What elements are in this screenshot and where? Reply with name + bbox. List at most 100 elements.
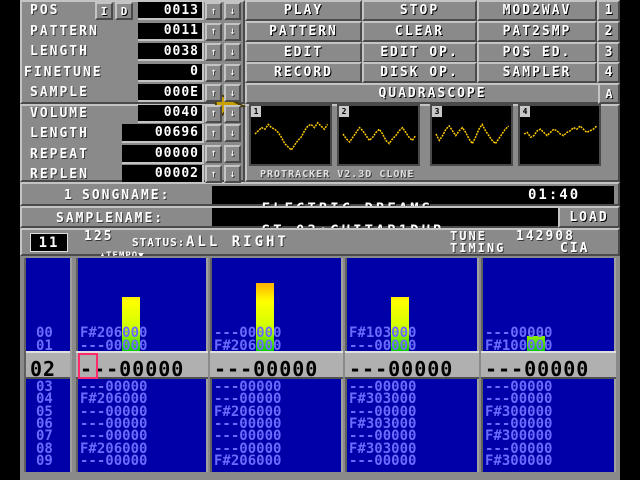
button-label: SAMPLER — [502, 65, 572, 81]
up-arrow-icon[interactable]: ↑ — [205, 84, 222, 102]
sample-param-label-repeat: REPEAT — [30, 146, 89, 162]
quadrascope-button[interactable]: QUADRASCOPE — [245, 83, 620, 104]
down-arrow-icon[interactable]: ↓ — [224, 104, 241, 123]
button-record[interactable]: RECORD — [245, 62, 362, 84]
down-arrow-icon[interactable]: ↓ — [224, 144, 241, 163]
status-value: ALL RIGHT — [186, 234, 289, 250]
pos-mode-button-d[interactable]: D — [115, 2, 133, 20]
button-label: CLEAR — [394, 23, 445, 39]
sample-param-value-length: 00696 — [122, 124, 204, 143]
load-button[interactable]: LOAD — [558, 206, 620, 228]
quadrascope-label: QUADRASCOPE — [378, 86, 487, 101]
scope-1[interactable]: 1 — [249, 104, 332, 166]
current-row[interactable]: ---00000 — [345, 351, 479, 381]
button-stop[interactable]: STOP — [362, 0, 477, 21]
button-label: 2 — [604, 23, 613, 39]
samplename-label: SAMPLENAME: — [56, 211, 165, 226]
down-arrow-icon[interactable]: ↓ — [224, 43, 241, 61]
button-label: RECORD — [274, 65, 333, 81]
sample-param-label-replen: REPLEN — [30, 167, 89, 182]
pattern-note[interactable]: ---00000 — [80, 454, 147, 468]
param-label-pos: POS — [30, 3, 60, 18]
button-1[interactable]: 1 — [597, 0, 620, 21]
waveform — [254, 121, 329, 152]
current-note[interactable]: ---00000 — [349, 357, 453, 381]
button-edit[interactable]: EDIT — [245, 41, 362, 63]
button-4[interactable]: 4 — [597, 62, 620, 84]
scope-4[interactable]: 4 — [518, 104, 601, 166]
pattern-note[interactable]: F#300000 — [485, 454, 552, 468]
up-arrow-icon[interactable]: ↑ — [205, 165, 222, 183]
button-edit-op[interactable]: EDIT OP. — [362, 41, 477, 63]
button-label: 4 — [604, 65, 613, 81]
pattern-note[interactable]: ---00000 — [349, 454, 416, 468]
songname-label: SONGNAME: — [82, 188, 171, 203]
button-play[interactable]: PLAY — [245, 0, 362, 21]
sample-param-value-repeat: 00000 — [122, 144, 204, 164]
tempo-value: 125 — [84, 229, 114, 244]
button-disk-op[interactable]: DISK OP. — [362, 62, 477, 84]
button-label: MOD2WAV — [502, 3, 572, 18]
down-arrow-icon[interactable]: ↓ — [224, 22, 241, 41]
button-sampler[interactable]: SAMPLER — [477, 62, 597, 84]
quadrascope-key-label: A — [605, 86, 613, 101]
param-value-volume: 0040 — [138, 104, 204, 123]
param-label-length: LENGTH — [30, 44, 89, 59]
up-arrow-icon[interactable]: ↑ — [205, 22, 222, 41]
up-arrow-icon[interactable]: ↑ — [205, 63, 222, 82]
waveform — [435, 122, 510, 146]
quadrascope-key[interactable]: A — [598, 83, 620, 104]
version-label: PROTRACKER V2.3D CLONE — [260, 169, 415, 180]
octave-field[interactable]: 11 — [30, 233, 68, 252]
param-label-pattern: PATTERN — [30, 23, 99, 39]
down-arrow-icon[interactable]: ↓ — [224, 63, 241, 82]
song-time: 01:40 — [528, 187, 581, 203]
edit-cursor — [78, 353, 98, 379]
button-mod2wav[interactable]: MOD2WAV — [477, 0, 597, 21]
param-value-pattern: 0011 — [138, 22, 204, 41]
button-label: PLAY — [283, 3, 324, 18]
button-pos-ed[interactable]: POS ED. — [477, 41, 597, 63]
down-arrow-icon[interactable]: ↓ — [224, 84, 241, 102]
current-note[interactable]: ---00000 — [214, 357, 318, 381]
current-row[interactable]: ---00000 — [210, 351, 343, 381]
song-number: 1 — [64, 188, 74, 203]
down-arrow-icon[interactable]: ↓ — [224, 2, 241, 20]
button-label: DISK OP. — [380, 65, 459, 81]
up-arrow-icon[interactable]: ↑ — [205, 43, 222, 61]
up-arrow-icon[interactable]: ↑ — [205, 104, 222, 123]
up-arrow-icon[interactable]: ↑ — [205, 2, 222, 20]
button-clear[interactable]: CLEAR — [362, 20, 477, 42]
current-row[interactable]: ---00000 — [481, 351, 616, 381]
param-value-finetune: 0 — [138, 63, 204, 82]
button-pat2smp[interactable]: PAT2SMP — [477, 20, 597, 42]
scope-2[interactable]: 2 — [337, 104, 420, 166]
timing-value: CIA — [560, 241, 590, 256]
button-label: 1 — [604, 3, 613, 18]
param-label-volume: VOLUME — [30, 105, 89, 121]
samplename-field[interactable]: ST-03:GUITAR1DUR______ — [212, 208, 558, 238]
scope-3[interactable]: 3 — [430, 104, 513, 166]
current-row-number: 02 — [26, 351, 70, 381]
down-arrow-icon[interactable]: ↓ — [224, 124, 241, 142]
load-label: LOAD — [569, 209, 609, 225]
up-arrow-icon[interactable]: ↑ — [205, 144, 222, 163]
pattern-note[interactable]: F#206000 — [214, 454, 281, 468]
waveform — [523, 124, 598, 139]
down-arrow-icon[interactable]: ↓ — [224, 165, 241, 183]
pos-mode-button-i[interactable]: I — [95, 2, 113, 20]
param-value-sample: 000E — [138, 84, 204, 102]
button-3[interactable]: 3 — [597, 41, 620, 63]
button-label: 3 — [604, 44, 613, 60]
current-note[interactable]: ---00000 — [485, 357, 589, 381]
button-pattern[interactable]: PATTERN — [245, 20, 362, 42]
status-label: STATUS: — [132, 236, 186, 249]
button-label: STOP — [399, 3, 440, 18]
timing-label: TIMING — [450, 241, 506, 255]
button-label: EDIT OP. — [380, 44, 459, 60]
sample-param-label-length: LENGTH — [30, 126, 89, 141]
button-label: PAT2SMP — [502, 23, 572, 39]
up-arrow-icon[interactable]: ↑ — [205, 124, 222, 142]
button-2[interactable]: 2 — [597, 20, 620, 42]
param-label-finetune: FINETUNE — [24, 64, 103, 80]
